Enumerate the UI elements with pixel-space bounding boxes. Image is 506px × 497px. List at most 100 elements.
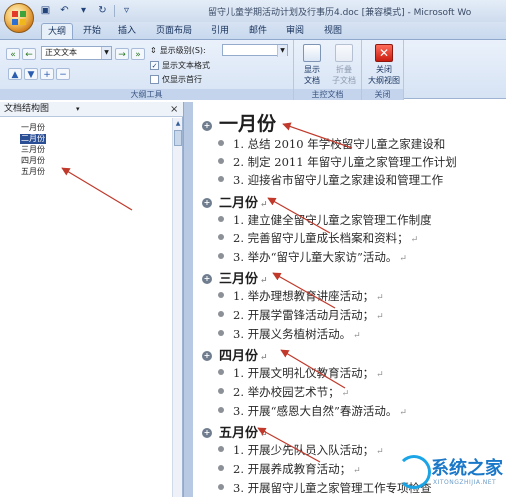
promote-button[interactable]: ←: [22, 48, 36, 60]
outline-item[interactable]: 1. 举办理想教育讲座活动； ↵: [212, 288, 384, 304]
outline-item[interactable]: 2. 完善留守儿童成长档案和资料； ↵: [212, 230, 418, 246]
outline-plus-icon[interactable]: +: [202, 198, 212, 208]
move-down-button[interactable]: ▼: [24, 68, 38, 80]
outline-plus-icon[interactable]: +: [202, 351, 212, 361]
tab-view[interactable]: 视图: [318, 23, 348, 39]
docmap-item-february[interactable]: 二月份: [20, 134, 46, 144]
outline-heading-april[interactable]: + 四月份 ↵: [202, 345, 268, 364]
close-outline-label-2: 大纲视图: [368, 76, 400, 85]
outline-level-select[interactable]: 正文文本 ▼: [41, 46, 112, 60]
collapse-subdocs-label-2: 子文档: [332, 76, 356, 85]
bullet-icon: [218, 465, 224, 471]
docmap-item-may[interactable]: 五月份: [20, 167, 46, 177]
paragraph-mark: ↵: [410, 235, 419, 245]
promote-to-heading1-button[interactable]: «: [6, 48, 20, 60]
outline-item[interactable]: 3. 开展义务植树活动。 ↵: [212, 326, 361, 342]
demote-button[interactable]: →: [115, 48, 129, 60]
undo-icon[interactable]: ↶: [57, 4, 72, 18]
item-text: 3. 开展义务植树活动。: [233, 327, 352, 341]
customize-toolbar-icon[interactable]: ▿: [119, 4, 134, 18]
bullet-icon: [218, 388, 224, 394]
show-text-format-option[interactable]: ✓ 显示文本格式: [150, 60, 210, 71]
outline-item[interactable]: 2. 制定 2011 年留守儿童之家管理工作计划: [212, 154, 457, 170]
close-pane-icon[interactable]: ×: [170, 103, 178, 116]
docmap-item-january[interactable]: 一月份: [20, 123, 46, 133]
pane-splitter[interactable]: [183, 102, 193, 497]
outline-item[interactable]: 3. 开展“感恩大自然”春游活动。 ↵: [212, 403, 407, 419]
outline-plus-icon[interactable]: +: [202, 274, 212, 284]
outline-item[interactable]: 1. 总结 2010 年学校留守儿童之家建设和: [212, 136, 445, 152]
tab-page-layout[interactable]: 页面布局: [150, 23, 198, 39]
paragraph-mark: ↵: [376, 447, 384, 457]
document-area[interactable]: + 一月份 1. 总结 2010 年学校留守儿童之家建设和 2. 制定 2011 …: [194, 102, 506, 497]
outline-heading-february[interactable]: + 二月份 ↵: [202, 192, 268, 211]
tab-review[interactable]: 审阅: [280, 23, 310, 39]
docmap-item-april[interactable]: 四月份: [20, 156, 46, 166]
tab-references[interactable]: 引用: [205, 23, 235, 39]
document-map-title[interactable]: 文档结构图: [4, 103, 49, 116]
outline-plus-icon[interactable]: +: [202, 428, 212, 438]
bullet-icon: [218, 216, 224, 222]
outline-item[interactable]: 2. 开展养成教育活动； ↵: [212, 461, 361, 477]
show-level-label: ⇕ 显示级别(S):: [150, 45, 206, 56]
outline-item[interactable]: 3. 举办“留守儿童大家访”活动。 ↵: [212, 249, 407, 265]
tab-mailings[interactable]: 邮件: [243, 23, 273, 39]
outline-heading-january[interactable]: + 一月份: [202, 109, 276, 136]
item-text: 1. 开展文明礼仪教育活动；: [233, 366, 375, 380]
show-level-icon: ⇕: [150, 46, 157, 55]
watermark-text: 系统之家: [431, 458, 503, 479]
scroll-thumb[interactable]: [174, 130, 182, 146]
redo-icon[interactable]: ↻: [95, 4, 110, 18]
outline-heading-may[interactable]: + 五月份 ↵: [202, 422, 268, 441]
outline-tools-group: « ← 正文文本 ▼ → » ▲ ▼ + − ⇕ 显示级别(S): ▼ ✓ 显示…: [0, 40, 294, 100]
item-text: 2. 制定 2011 年留守儿童之家管理工作计划: [233, 155, 457, 169]
document-map-scrollbar[interactable]: ▲: [172, 118, 182, 497]
outline-item[interactable]: 2. 举办校园艺术节； ↵: [212, 384, 349, 400]
outline-item[interactable]: 1. 开展少先队员入队活动； ↵: [212, 442, 384, 458]
item-text: 1. 总结 2010 年学校留守儿童之家建设和: [233, 137, 446, 151]
move-up-button[interactable]: ▲: [8, 68, 22, 80]
tab-home[interactable]: 开始: [77, 23, 107, 39]
show-document-button[interactable]: 显示 文档: [295, 44, 329, 88]
save-icon[interactable]: ▣: [38, 4, 53, 18]
office-logo-icon: [12, 11, 26, 25]
outline-item[interactable]: 3. 迎接省市留守儿童之家建设和管理工作: [212, 172, 443, 188]
tab-outline[interactable]: 大纲: [41, 23, 73, 39]
close-outline-view-button[interactable]: ✕ 关闭 大纲视图: [365, 44, 403, 88]
docmap-item-march[interactable]: 三月份: [20, 145, 46, 155]
bullet-icon: [218, 158, 224, 164]
paragraph-mark: ↵: [260, 353, 268, 363]
outline-item[interactable]: 1. 建立健全留守儿童之家管理工作制度: [212, 212, 432, 228]
close-outline-label-1: 关闭: [376, 65, 392, 74]
bullet-icon: [218, 176, 224, 182]
window-title: 留守儿童学期活动计划及行事历4.doc [兼容模式] - Microsoft W…: [208, 8, 472, 18]
show-text-format-checkbox[interactable]: ✓: [150, 61, 159, 70]
close-group: ✕ 关闭 大纲视图 关闭: [362, 40, 404, 100]
chevron-down-icon[interactable]: ▾: [76, 103, 80, 116]
office-button[interactable]: [4, 3, 34, 33]
bullet-icon: [218, 446, 224, 452]
collapse-subdocuments-button[interactable]: 折叠 子文档: [327, 44, 361, 88]
demote-to-body-button[interactable]: »: [131, 48, 145, 60]
bullet-icon: [218, 234, 224, 240]
outline-plus-icon[interactable]: +: [202, 121, 212, 131]
bullet-icon: [218, 311, 224, 317]
first-line-only-option[interactable]: 仅显示首行: [150, 74, 202, 85]
paragraph-mark: ↵: [260, 200, 268, 210]
scroll-up-icon[interactable]: ▲: [174, 119, 182, 128]
undo-dropdown-icon[interactable]: ▾: [76, 4, 91, 18]
item-text: 1. 举办理想教育讲座活动；: [233, 289, 375, 303]
show-level-select[interactable]: ▼: [222, 44, 288, 57]
paragraph-mark: ↵: [260, 276, 268, 286]
expand-button[interactable]: +: [40, 68, 54, 80]
close-group-label: 关闭: [362, 89, 403, 100]
tab-insert[interactable]: 插入: [112, 23, 142, 39]
outline-heading-march[interactable]: + 三月份 ↵: [202, 268, 268, 287]
show-level-text: 显示级别(S):: [159, 46, 206, 55]
outline-tools-label: 大纲工具: [0, 89, 293, 100]
outline-item[interactable]: 2. 开展学雷锋活动月活动； ↵: [212, 307, 384, 323]
collapse-button[interactable]: −: [56, 68, 70, 80]
first-line-only-checkbox[interactable]: [150, 75, 159, 84]
bullet-icon: [218, 407, 224, 413]
outline-item[interactable]: 1. 开展文明礼仪教育活动； ↵: [212, 365, 384, 381]
